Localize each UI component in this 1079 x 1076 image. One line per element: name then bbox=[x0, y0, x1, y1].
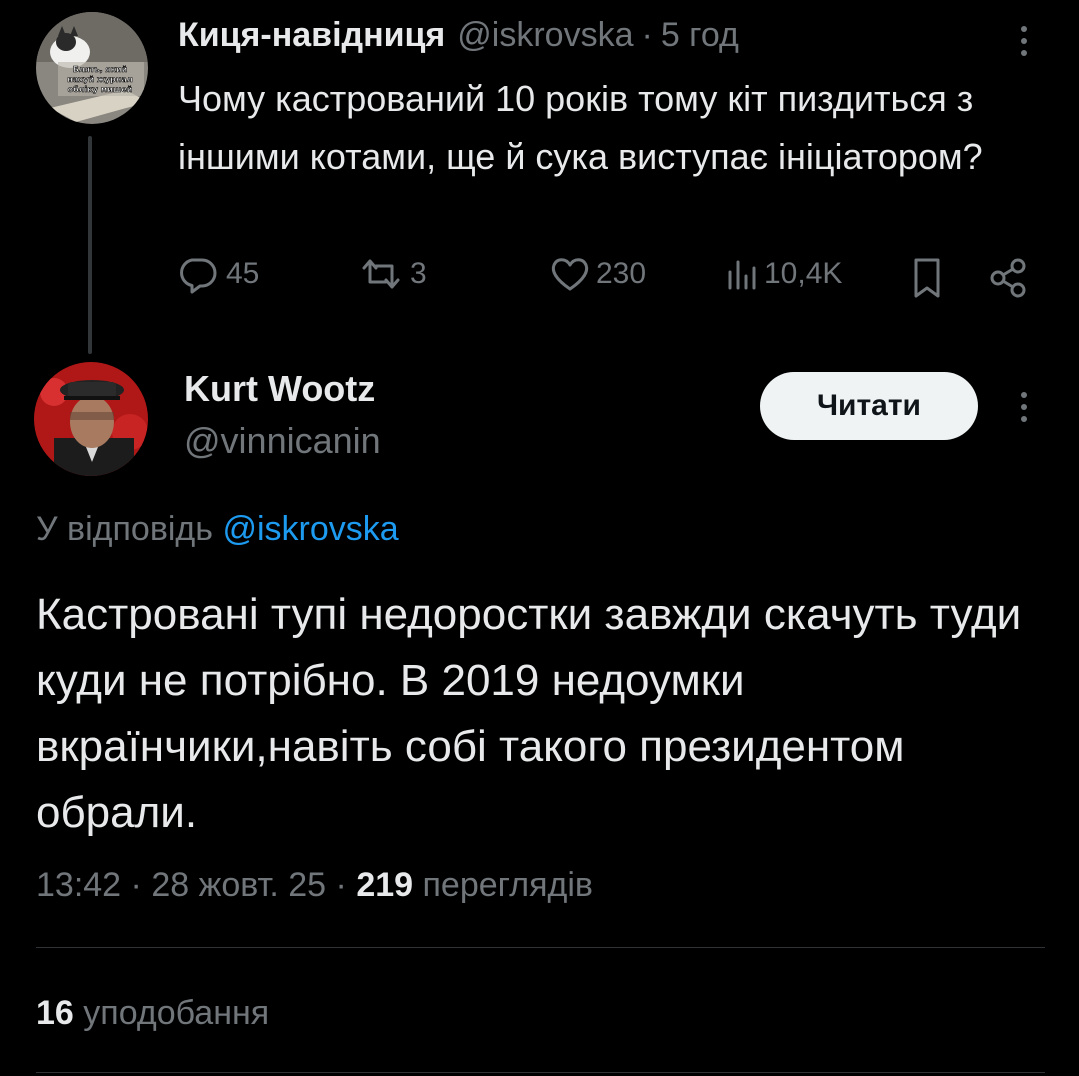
reply-button[interactable]: 45 bbox=[176, 254, 259, 294]
follow-button[interactable]: Читати bbox=[760, 372, 978, 440]
replying-to-line: У відповідь @iskrovska bbox=[36, 510, 399, 549]
parent-tweet-time[interactable]: 5 год bbox=[661, 16, 739, 55]
likes-count: 16 bbox=[36, 994, 74, 1032]
meta-separator: · bbox=[130, 866, 142, 904]
parent-more-options-icon[interactable] bbox=[1016, 26, 1032, 56]
bookmark-icon bbox=[914, 258, 940, 298]
repost-count: 3 bbox=[410, 257, 427, 290]
like-count: 230 bbox=[596, 257, 647, 290]
bookmark-button[interactable] bbox=[910, 256, 944, 300]
views-label: переглядів bbox=[422, 866, 594, 904]
repost-icon bbox=[362, 259, 400, 289]
parent-tweet-actions: 45 3 230 10,4K bbox=[0, 252, 1079, 302]
tweet-timestamp[interactable]: 13:42 bbox=[36, 866, 121, 904]
parent-author-handle[interactable]: @iskrovska bbox=[457, 16, 633, 55]
views-count-bold: 219 bbox=[356, 866, 414, 904]
reply-author-handle[interactable]: @vinnicanin bbox=[184, 420, 381, 462]
parent-author-avatar[interactable]: Блять, який нахуй журнал обліку мишей bbox=[36, 12, 148, 124]
tweet-date[interactable]: 28 жовт. 25 bbox=[151, 866, 326, 904]
replying-to-mention-link[interactable]: @iskrovska bbox=[222, 510, 398, 548]
tweet-meta-line: 13:42 · 28 жовт. 25 · 219 переглядів bbox=[36, 866, 593, 905]
parent-tweet-text: Чому кастрований 10 років тому кіт пизди… bbox=[178, 78, 983, 177]
reply-more-options-icon[interactable] bbox=[1016, 392, 1032, 422]
share-icon bbox=[990, 258, 1026, 298]
like-button[interactable]: 230 bbox=[548, 254, 646, 294]
divider bbox=[36, 1072, 1045, 1073]
avatar-caption-line-2: нахуй журнал bbox=[67, 75, 133, 84]
share-button[interactable] bbox=[986, 256, 1030, 300]
header-separator: · bbox=[641, 16, 653, 54]
replying-to-prefix: У відповідь bbox=[36, 510, 213, 548]
parent-author-name[interactable]: Киця-навідниця bbox=[178, 16, 445, 55]
avatar-caption-line-3: обліку мишей bbox=[68, 84, 133, 94]
reply-tweet-text: Кастровані тупі недоростки завжди скачут… bbox=[36, 590, 1022, 837]
likes-label: уподобання bbox=[83, 994, 270, 1032]
likes-summary[interactable]: 16 уподобання bbox=[36, 994, 269, 1033]
reply-icon bbox=[180, 258, 217, 294]
reply-author-avatar[interactable] bbox=[34, 362, 148, 476]
reply-author-name[interactable]: Kurt Wootz bbox=[184, 368, 375, 410]
views-button[interactable]: 10,4K bbox=[724, 254, 842, 294]
parent-tweet-header: Киця-навідниця @iskrovska · 5 год bbox=[178, 16, 739, 56]
avatar-caption-line-1: Блять, який bbox=[73, 65, 127, 74]
heart-icon bbox=[551, 258, 589, 291]
divider bbox=[36, 947, 1045, 948]
views-chart-icon bbox=[728, 260, 756, 290]
reply-count: 45 bbox=[226, 257, 260, 290]
views-count: 10,4K bbox=[764, 257, 843, 290]
meta-separator: · bbox=[335, 866, 347, 904]
thread-connector-line bbox=[88, 136, 92, 354]
repost-button[interactable]: 3 bbox=[356, 254, 427, 294]
